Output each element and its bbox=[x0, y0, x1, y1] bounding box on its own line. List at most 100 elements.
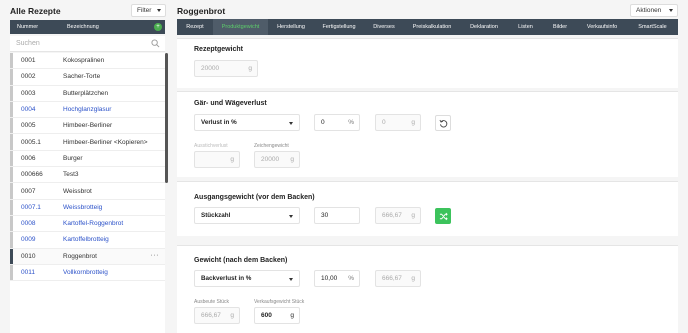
row-indicator bbox=[10, 118, 13, 134]
swap-button[interactable] bbox=[435, 208, 451, 224]
unit-label: % bbox=[348, 275, 354, 282]
list-header: Nummer Bezeichnung + bbox=[10, 20, 165, 34]
recipe-list-panel: Alle Rezepte Filter Nummer Bezeichnung +… bbox=[0, 0, 172, 333]
field-value: 600 bbox=[261, 312, 272, 319]
list-item[interactable]: 0003 Butterplätzchen bbox=[10, 85, 165, 102]
recipe-number: 0001 bbox=[21, 57, 36, 65]
tab-produktgewicht[interactable]: Produktgewicht bbox=[213, 19, 268, 35]
section-heading: Ausgangsgewicht (vor dem Backen) bbox=[194, 194, 315, 201]
row-indicator bbox=[10, 85, 13, 101]
reset-button[interactable] bbox=[435, 115, 451, 131]
list-item[interactable]: 0007.1 Weissbrotteig bbox=[10, 199, 165, 216]
list-item[interactable]: 0009 Kartoffelbrotteig bbox=[10, 232, 165, 249]
actions-dropdown[interactable]: Aktionen bbox=[630, 4, 678, 17]
verlust-percent-input[interactable]: 0 % bbox=[314, 114, 360, 131]
list-item-selected[interactable]: 0010 Roggenbrot ··· bbox=[10, 248, 165, 265]
list-item[interactable]: 000666 Test3 bbox=[10, 167, 165, 184]
row-indicator bbox=[10, 183, 13, 199]
field-value: 0 bbox=[382, 119, 386, 126]
field-label: Verkaufsgewicht Stück bbox=[254, 299, 305, 305]
tab-fertigstellung[interactable]: Fertigstellung bbox=[314, 19, 364, 35]
recipe-name: Weissbrotteig bbox=[63, 203, 103, 211]
unit-label: g bbox=[411, 275, 415, 282]
more-options-icon[interactable]: ··· bbox=[151, 252, 160, 259]
card-ausgangsgewicht: Ausgangsgewicht (vor dem Backen) Stückza… bbox=[177, 181, 678, 236]
unit-label: g bbox=[411, 212, 415, 219]
list-item[interactable]: 0011 Vollkornbrotteig bbox=[10, 264, 165, 282]
list-item[interactable]: 0005 Himbeer-Berliner bbox=[10, 118, 165, 135]
search-icon[interactable] bbox=[151, 39, 160, 48]
field-value: 0 bbox=[321, 119, 325, 126]
list-item[interactable]: 0002 Sacher-Torte bbox=[10, 69, 165, 86]
card-gewicht-nach-backen: Gewicht (nach dem Backen) Backverlust in… bbox=[177, 245, 678, 333]
recipe-number: 0006 bbox=[21, 154, 36, 162]
chevron-down-icon bbox=[289, 215, 293, 218]
card-rezeptgewicht: Rezeptgewicht 20000 g bbox=[177, 38, 678, 88]
field-label: Ausbeute Stück bbox=[194, 299, 230, 305]
column-header-number[interactable]: Nummer bbox=[17, 24, 38, 30]
recipe-number: 0007 bbox=[21, 187, 36, 195]
plus-icon[interactable]: + bbox=[154, 23, 162, 31]
list-item[interactable]: 0004 Hochglanzglasur bbox=[10, 101, 165, 119]
verlust-gram-field: 0 g bbox=[375, 114, 421, 131]
stueckzahl-input[interactable]: 30 bbox=[314, 207, 360, 224]
select-value: Backverlust in % bbox=[201, 275, 252, 282]
recipe-name: Himbeer-Berliner <Kopieren> bbox=[63, 138, 148, 146]
verlust-select[interactable]: Verlust in % bbox=[194, 114, 300, 131]
column-header-name[interactable]: Bezeichnung bbox=[67, 24, 99, 30]
tab-herstellung[interactable]: Herstellung bbox=[268, 19, 314, 35]
panel-title: Alle Rezepte bbox=[10, 6, 61, 16]
tab-deklaration[interactable]: Deklaration bbox=[460, 19, 508, 35]
field-value: 30 bbox=[321, 212, 329, 219]
unit-label: g bbox=[290, 156, 294, 163]
select-value: Stückzahl bbox=[201, 212, 231, 219]
recipe-name: Test3 bbox=[63, 171, 79, 179]
recipe-list: 0001 Kokospralinen 0002 Sacher-Torte 0003 B… bbox=[10, 53, 165, 333]
search-input[interactable]: Suchen bbox=[16, 40, 40, 47]
ausgang-weight-field: 666,67 g bbox=[375, 207, 421, 224]
field-value: 666,67 bbox=[382, 275, 402, 282]
row-indicator bbox=[10, 167, 13, 183]
tab-bilder[interactable]: Bilder bbox=[543, 19, 577, 35]
list-item[interactable]: 0008 Kartoffel-Roggenbrot bbox=[10, 215, 165, 233]
field-label: Ausstichverlust bbox=[194, 143, 228, 149]
recipe-number: 0011 bbox=[21, 269, 35, 276]
tab-verkaufsinfo[interactable]: Verkaufsinfo bbox=[577, 19, 627, 35]
row-indicator bbox=[10, 134, 13, 150]
ausgang-select[interactable]: Stückzahl bbox=[194, 207, 300, 224]
row-indicator bbox=[10, 101, 13, 118]
section-heading: Gär- und Wägeverlust bbox=[194, 100, 267, 107]
recipe-name: Kartoffel-Roggenbrot bbox=[63, 220, 124, 228]
tab-preiskalkulation[interactable]: Preiskalkulation bbox=[404, 19, 460, 35]
tab-diverses[interactable]: Diverses bbox=[364, 19, 404, 35]
backverlust-select[interactable]: Backverlust in % bbox=[194, 270, 300, 287]
tab-rezept[interactable]: Rezept bbox=[177, 19, 213, 35]
list-item[interactable]: 0001 Kokospralinen bbox=[10, 53, 165, 70]
zeichengewicht-field: 20000 g bbox=[254, 151, 300, 168]
field-value: 20000 bbox=[261, 156, 280, 163]
card-gaer-waegeverlust: Gär- und Wägeverlust Verlust in % 0 % 0 … bbox=[177, 91, 678, 177]
section-heading: Gewicht (nach dem Backen) bbox=[194, 257, 288, 264]
unit-label: g bbox=[230, 156, 234, 163]
tab-smartscale[interactable]: SmartScale bbox=[627, 19, 678, 35]
recipe-name: Roggenbrot bbox=[63, 252, 97, 260]
tab-listen[interactable]: Listen bbox=[508, 19, 543, 35]
search-box[interactable]: Suchen bbox=[10, 36, 165, 52]
backverlust-percent-input[interactable]: 10,00 % bbox=[314, 270, 360, 287]
ausstichverlust-field: g bbox=[194, 151, 240, 168]
actions-label: Aktionen bbox=[636, 7, 662, 14]
unit-label: g bbox=[248, 65, 252, 72]
row-indicator bbox=[10, 215, 13, 232]
unit-label: g bbox=[230, 312, 234, 319]
list-scrollbar[interactable] bbox=[165, 53, 168, 183]
list-item[interactable]: 0005.1 Himbeer-Berliner <Kopieren> bbox=[10, 134, 165, 151]
recipe-number: 0005 bbox=[21, 122, 36, 130]
row-indicator bbox=[10, 199, 13, 215]
list-item[interactable]: 0006 Burger bbox=[10, 150, 165, 168]
recipe-number: 0004 bbox=[21, 106, 36, 114]
recipe-detail-panel: Roggenbrot Aktionen Rezept Produktgewich… bbox=[172, 0, 688, 333]
recipe-number: 0010 bbox=[21, 252, 36, 260]
list-item[interactable]: 0007 Weissbrot bbox=[10, 183, 165, 200]
filter-dropdown[interactable]: Filter bbox=[131, 4, 166, 17]
verkaufsgewicht-input[interactable]: 600 g bbox=[254, 307, 300, 324]
